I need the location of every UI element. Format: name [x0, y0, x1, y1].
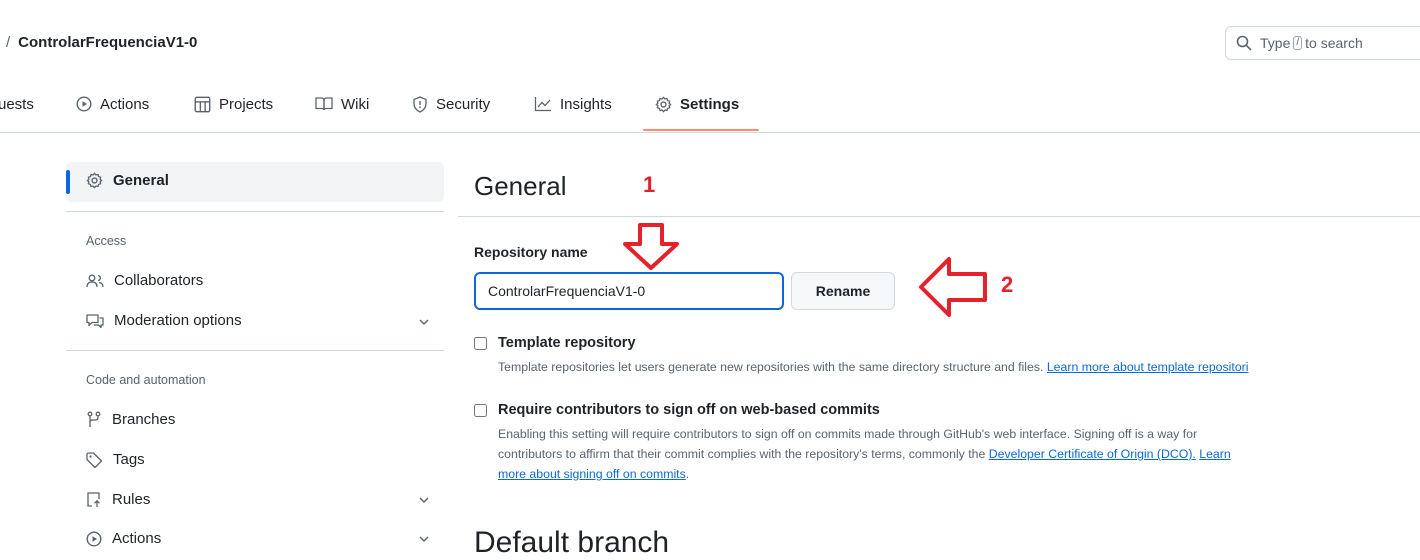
breadcrumb-separator: /	[6, 34, 11, 51]
tab-security[interactable]: Security	[412, 94, 490, 114]
chevron-down-icon[interactable]	[418, 533, 430, 545]
learn-more-link[interactable]: Learn	[1199, 447, 1230, 461]
signoff-desc-line: Enabling this setting will require contr…	[498, 427, 1198, 441]
gear-icon	[86, 172, 103, 189]
tab-insights[interactable]: Insights	[534, 94, 612, 114]
repo-name-label: Repository name	[474, 244, 588, 260]
annotation-step-2: 2	[1001, 272, 1014, 297]
search-icon	[1236, 35, 1252, 51]
template-repo-checkbox[interactable]	[474, 337, 487, 350]
sidebar-item-collaborators[interactable]: Collaborators	[86, 272, 203, 289]
repo-tab-bar: uests Actions Projects Wiki Security Ins…	[0, 86, 1420, 133]
tab-label: Security	[436, 95, 491, 113]
tab-label: Actions	[100, 95, 150, 113]
sidebar-item-general[interactable]: General	[86, 172, 169, 189]
search-box[interactable]: Type / to search	[1225, 26, 1420, 60]
chevron-down-icon[interactable]	[418, 316, 430, 328]
tab-label: Settings	[680, 95, 740, 113]
sidebar-item-label: General	[113, 172, 169, 189]
sidebar-heading-access: Access	[86, 234, 127, 248]
repo-name-input[interactable]	[474, 272, 784, 310]
table-icon	[194, 96, 211, 112]
tab-label: Projects	[219, 95, 274, 113]
sidebar-item-tags[interactable]: Tags	[86, 451, 145, 468]
signoff-desc-text: contributors to affirm that their commit…	[498, 447, 986, 461]
repo-name-link[interactable]: ControlarFrequenciaV1-0	[18, 34, 197, 51]
breadcrumb: / ControlarFrequenciaV1-0	[6, 34, 197, 51]
active-tab-underline	[643, 129, 759, 131]
tab-label: Insights	[560, 95, 612, 113]
play-icon	[86, 530, 102, 547]
tab-projects[interactable]: Projects	[194, 94, 273, 114]
tab-wiki[interactable]: Wiki	[315, 94, 369, 114]
search-placeholder-suffix: to search	[1305, 35, 1363, 51]
sidebar-heading-code: Code and automation	[86, 373, 206, 387]
signoff-desc-line: more about signing off on commits.	[498, 464, 1398, 484]
tab-label: Wiki	[341, 95, 370, 113]
signoff-desc-line: contributors to affirm that their commit…	[498, 444, 1398, 464]
rename-button[interactable]: Rename	[791, 272, 895, 310]
sidebar-item-moderation[interactable]: Moderation options	[86, 312, 242, 329]
signoff-period: .	[685, 467, 690, 481]
search-placeholder-prefix: Type	[1260, 35, 1291, 51]
sidebar-item-rules[interactable]: Rules	[86, 491, 150, 508]
tab-actions[interactable]: Actions	[76, 94, 149, 114]
page-title: General	[474, 171, 567, 201]
sidebar-divider	[66, 350, 444, 351]
shield-icon	[413, 95, 427, 113]
search-shortcut-key: /	[1293, 36, 1303, 50]
sidebar-item-actions[interactable]: Actions	[86, 530, 161, 547]
template-repo-learn-more-link[interactable]: Learn more about template repositori	[1047, 360, 1249, 374]
people-icon	[86, 274, 104, 287]
title-divider	[458, 216, 1420, 217]
learn-more-signoff-link[interactable]: more about signing off on commits	[498, 467, 686, 481]
annotation-arrow-down-icon	[623, 223, 679, 270]
sidebar-item-label: Actions	[112, 530, 162, 547]
sidebar-divider	[66, 211, 444, 212]
template-repo-title: Template repository	[498, 335, 636, 351]
sidebar-active-indicator	[66, 170, 70, 194]
sidebar-item-label: Branches	[112, 411, 176, 428]
git-branch-icon	[87, 411, 101, 427]
signoff-title: Require contributors to sign off on web-…	[498, 402, 880, 418]
repo-push-icon	[87, 492, 100, 507]
chevron-down-icon[interactable]	[418, 494, 430, 506]
sidebar-item-label: Rules	[112, 491, 151, 508]
template-repo-description: Template repositories let users generate…	[498, 357, 1249, 377]
template-repo-desc-text: Template repositories let users generate…	[498, 360, 1044, 374]
tab-label: uests	[0, 95, 34, 113]
sidebar-item-branches[interactable]: Branches	[86, 411, 175, 428]
sidebar-item-label: Moderation options	[114, 312, 242, 329]
annotation-arrow-left-icon	[919, 257, 987, 317]
sidebar-item-label: Tags	[113, 451, 145, 468]
annotation-step-1: 1	[643, 172, 656, 197]
tab-settings[interactable]: Settings	[655, 94, 739, 114]
comment-discussion-icon	[86, 313, 104, 328]
dco-link[interactable]: Developer Certificate of Origin (DCO).	[989, 447, 1196, 461]
signoff-checkbox[interactable]	[474, 404, 487, 417]
graph-icon	[534, 97, 551, 112]
signoff-description: Enabling this setting will require contr…	[498, 424, 1398, 484]
tag-icon	[86, 451, 103, 468]
default-branch-heading: Default branch	[474, 526, 670, 559]
sidebar-item-label: Collaborators	[114, 272, 204, 289]
gear-icon	[655, 96, 672, 112]
book-icon	[315, 97, 333, 111]
play-icon	[76, 96, 92, 112]
tab-pull-requests[interactable]: uests	[0, 94, 34, 114]
